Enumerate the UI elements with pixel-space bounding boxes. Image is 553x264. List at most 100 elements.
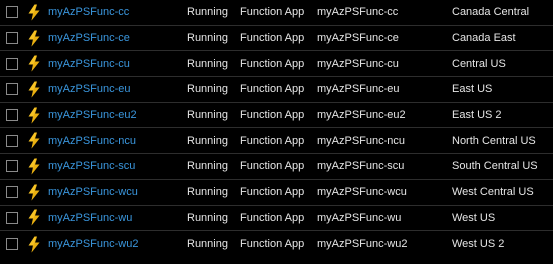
type-text: Function App — [240, 32, 305, 45]
resource-name-link[interactable]: myAzPSFunc-scu — [48, 160, 135, 172]
location-cell: East US — [452, 77, 492, 102]
location-cell: West US — [452, 206, 495, 231]
location-text: Central US — [452, 57, 506, 70]
location-cell: Central US — [452, 51, 506, 76]
location-cell: Canada East — [452, 26, 516, 51]
app-service-cell: myAzPSFunc-ce — [317, 26, 399, 51]
row-checkbox[interactable] — [6, 83, 18, 96]
status-cell: Running — [187, 103, 228, 128]
table-row[interactable]: myAzPSFunc-scu Running Function App myAz… — [0, 154, 553, 180]
resource-name-cell: myAzPSFunc-wu — [48, 206, 132, 231]
location-cell: Canada Central — [452, 0, 529, 25]
function-app-bolt-icon — [28, 236, 40, 253]
row-checkbox-cell — [6, 51, 18, 76]
status-cell: Running — [187, 154, 228, 179]
status-cell: Running — [187, 77, 228, 102]
table-row[interactable]: myAzPSFunc-eu2 Running Function App myAz… — [0, 103, 553, 129]
resource-name-cell: myAzPSFunc-ncu — [48, 128, 136, 153]
resource-name-cell: myAzPSFunc-wcu — [48, 180, 138, 205]
resource-name-link[interactable]: myAzPSFunc-eu2 — [48, 109, 137, 121]
table-row[interactable]: myAzPSFunc-cu Running Function App myAzP… — [0, 51, 553, 78]
app-service-text: myAzPSFunc-cc — [317, 6, 399, 19]
row-checkbox[interactable] — [6, 57, 18, 70]
app-service-text: myAzPSFunc-ncu — [317, 134, 406, 147]
status-cell: Running — [187, 26, 228, 51]
table-row[interactable]: myAzPSFunc-wcu Running Function App myAz… — [0, 180, 553, 206]
function-app-icon-cell — [26, 206, 42, 231]
row-checkbox-cell — [6, 206, 18, 231]
status-text: Running — [187, 83, 228, 96]
app-service-cell: myAzPSFunc-eu — [317, 77, 400, 102]
app-service-cell: myAzPSFunc-wu — [317, 206, 401, 231]
app-service-text: myAzPSFunc-wcu — [317, 186, 407, 199]
table-row[interactable]: myAzPSFunc-wu Running Function App myAzP… — [0, 206, 553, 232]
type-text: Function App — [240, 83, 305, 96]
type-text: Function App — [240, 160, 305, 173]
function-app-icon-cell — [26, 128, 42, 153]
row-checkbox[interactable] — [6, 109, 18, 122]
status-text: Running — [187, 6, 228, 19]
status-text: Running — [187, 238, 228, 251]
row-checkbox[interactable] — [6, 211, 18, 224]
function-app-bolt-icon — [28, 81, 40, 98]
status-cell: Running — [187, 128, 228, 153]
function-app-bolt-icon — [28, 4, 40, 21]
resource-name-link[interactable]: myAzPSFunc-ce — [48, 32, 130, 44]
row-checkbox[interactable] — [6, 32, 18, 45]
row-checkbox[interactable] — [6, 134, 18, 147]
table-row[interactable]: myAzPSFunc-ncu Running Function App myAz… — [0, 128, 553, 155]
function-app-bolt-icon — [28, 184, 40, 201]
location-text: East US 2 — [452, 109, 502, 122]
function-app-icon-cell — [26, 51, 42, 76]
resource-name-link[interactable]: myAzPSFunc-cc — [48, 6, 129, 18]
type-text: Function App — [240, 6, 305, 19]
resource-name-link[interactable]: myAzPSFunc-ncu — [48, 135, 136, 147]
resource-name-link[interactable]: myAzPSFunc-wu2 — [48, 238, 138, 250]
location-text: South Central US — [452, 160, 538, 173]
app-service-text: myAzPSFunc-eu2 — [317, 109, 406, 122]
function-app-icon-cell — [26, 103, 42, 128]
row-checkbox[interactable] — [6, 186, 18, 199]
location-text: West US 2 — [452, 238, 505, 251]
row-checkbox-cell — [6, 231, 18, 257]
location-text: Canada Central — [452, 6, 530, 19]
status-cell: Running — [187, 231, 228, 257]
table-row[interactable]: myAzPSFunc-cc Running Function App myAzP… — [0, 0, 553, 26]
resource-name-cell: myAzPSFunc-wu2 — [48, 231, 138, 257]
type-cell: Function App — [240, 103, 304, 128]
type-cell: Function App — [240, 206, 304, 231]
table-row[interactable]: myAzPSFunc-eu Running Function App myAzP… — [0, 77, 553, 103]
status-cell: Running — [187, 180, 228, 205]
row-checkbox-cell — [6, 26, 18, 51]
app-service-cell: myAzPSFunc-wu2 — [317, 231, 407, 257]
app-service-cell: myAzPSFunc-ncu — [317, 128, 405, 153]
row-checkbox-cell — [6, 103, 18, 128]
type-cell: Function App — [240, 0, 304, 25]
resource-grid: myAzPSFunc-cc Running Function App myAzP… — [0, 0, 553, 264]
resource-name-link[interactable]: myAzPSFunc-wcu — [48, 186, 138, 198]
status-text: Running — [187, 109, 228, 122]
function-app-icon-cell — [26, 231, 42, 257]
type-cell: Function App — [240, 231, 304, 257]
type-cell: Function App — [240, 26, 304, 51]
location-cell: East US 2 — [452, 103, 502, 128]
row-checkbox[interactable] — [6, 238, 18, 251]
resource-name-link[interactable]: myAzPSFunc-cu — [48, 58, 130, 70]
function-app-bolt-icon — [28, 107, 40, 124]
status-text: Running — [187, 57, 228, 70]
function-app-icon-cell — [26, 26, 42, 51]
type-cell: Function App — [240, 180, 304, 205]
table-row[interactable]: myAzPSFunc-ce Running Function App myAzP… — [0, 26, 553, 52]
table-row[interactable]: myAzPSFunc-wu2 Running Function App myAz… — [0, 231, 553, 257]
resource-name-link[interactable]: myAzPSFunc-eu — [48, 83, 131, 95]
type-cell: Function App — [240, 51, 304, 76]
resource-name-link[interactable]: myAzPSFunc-wu — [48, 212, 132, 224]
status-text: Running — [187, 32, 228, 45]
location-text: Canada East — [452, 32, 516, 45]
type-text: Function App — [240, 186, 305, 199]
app-service-cell: myAzPSFunc-cu — [317, 51, 399, 76]
status-cell: Running — [187, 206, 228, 231]
row-checkbox[interactable] — [6, 6, 18, 19]
row-checkbox[interactable] — [6, 160, 18, 173]
app-service-cell: myAzPSFunc-eu2 — [317, 103, 406, 128]
